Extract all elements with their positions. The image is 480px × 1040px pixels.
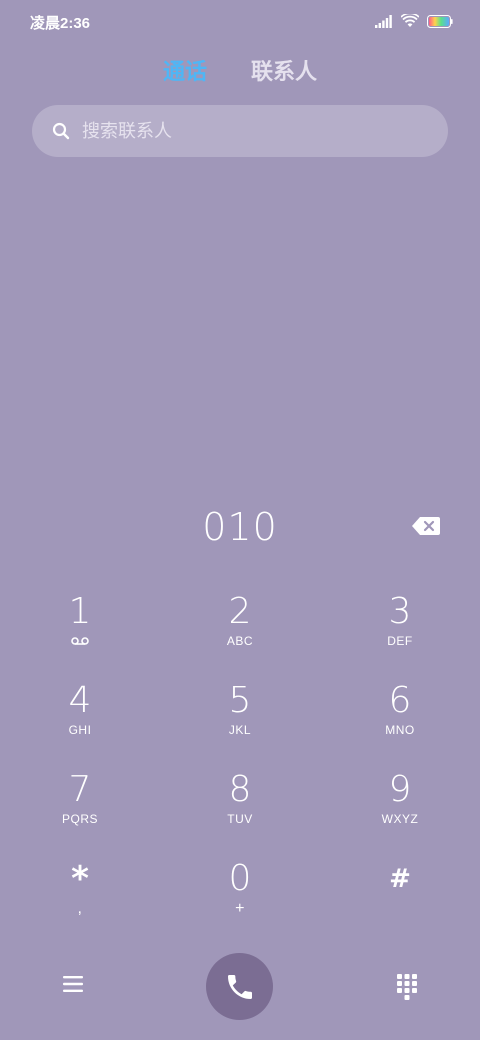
key-letters: TUV xyxy=(227,812,253,826)
phone-icon xyxy=(227,974,252,999)
key-letters: WXYZ xyxy=(381,812,419,826)
wifi-icon xyxy=(401,14,419,27)
key-digit: # xyxy=(389,864,411,894)
key-letters: GHI xyxy=(68,723,92,737)
key-letters: MNO xyxy=(385,723,415,737)
key-7[interactable]: 7 PQRS xyxy=(0,768,160,857)
keypad: 1 2 ABC 3 DEF 4 GHI 5 JKL 6 MNO 7 PQRS 8… xyxy=(0,590,480,946)
key-letters: + xyxy=(235,900,245,917)
dialpad-icon[interactable] xyxy=(397,974,417,1000)
key-letters: , xyxy=(77,900,83,917)
key-digit: 7 xyxy=(68,769,92,810)
key-0[interactable]: 0 + xyxy=(160,857,320,946)
key-digit: 0 xyxy=(228,858,252,899)
search-bar[interactable] xyxy=(32,105,448,157)
search-input[interactable] xyxy=(82,120,412,142)
signal-icon xyxy=(375,14,392,28)
call-button[interactable] xyxy=(206,953,273,1020)
key-digit: 4 xyxy=(68,680,92,721)
key-hash[interactable]: # xyxy=(320,857,480,946)
key-6[interactable]: 6 MNO xyxy=(320,679,480,768)
key-9[interactable]: 9 WXYZ xyxy=(320,768,480,857)
key-digit: 8 xyxy=(228,769,252,810)
voicemail-icon xyxy=(71,637,89,645)
tab-calls[interactable]: 通话 xyxy=(163,54,207,86)
key-1[interactable]: 1 xyxy=(0,590,160,679)
menu-icon[interactable] xyxy=(62,974,84,994)
tab-contacts[interactable]: 联系人 xyxy=(251,54,317,86)
key-digit: 5 xyxy=(228,680,252,721)
key-digit: 9 xyxy=(388,769,412,810)
key-3[interactable]: 3 DEF xyxy=(320,590,480,679)
key-letters: DEF xyxy=(387,634,413,648)
key-digit: 2 xyxy=(228,591,252,632)
tab-bar: 通话 联系人 xyxy=(0,54,480,86)
backspace-icon[interactable] xyxy=(412,516,440,536)
key-letters: ABC xyxy=(226,634,254,648)
key-digit: * xyxy=(71,859,89,899)
search-icon xyxy=(52,122,70,140)
key-digit: 1 xyxy=(68,591,92,632)
key-letters: PQRS xyxy=(61,812,98,826)
dialed-number: 010 xyxy=(202,505,278,549)
status-time: 凌晨2:36 xyxy=(30,15,91,32)
key-8[interactable]: 8 TUV xyxy=(160,768,320,857)
key-2[interactable]: 2 ABC xyxy=(160,590,320,679)
battery-icon xyxy=(427,14,453,28)
key-4[interactable]: 4 GHI xyxy=(0,679,160,768)
status-bar: 凌晨2:36 xyxy=(0,0,480,42)
key-digit: 6 xyxy=(388,680,412,721)
status-icons xyxy=(375,12,453,30)
key-5[interactable]: 5 JKL xyxy=(160,679,320,768)
key-digit: 3 xyxy=(388,591,412,632)
key-letters: JKL xyxy=(228,723,252,737)
key-star[interactable]: * , xyxy=(0,857,160,946)
